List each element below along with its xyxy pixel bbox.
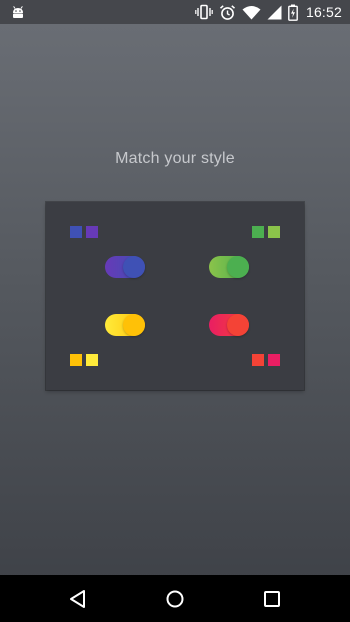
color-swatch — [252, 354, 264, 366]
style-picker-card — [46, 202, 304, 390]
color-swatch — [70, 226, 82, 238]
toggle-knob — [123, 314, 145, 336]
status-icons: 16:52 — [195, 0, 342, 24]
color-swatch — [70, 354, 82, 366]
back-button[interactable] — [48, 575, 108, 622]
screen: 16:52 Match your style — [0, 0, 350, 622]
vibrate-icon — [195, 4, 213, 20]
recents-button[interactable] — [242, 575, 302, 622]
color-swatch — [252, 226, 264, 238]
color-swatch — [268, 354, 280, 366]
style-toggle[interactable] — [209, 256, 249, 278]
status-clock: 16:52 — [305, 4, 342, 20]
style-toggle[interactable] — [209, 314, 249, 336]
color-swatch — [86, 354, 98, 366]
color-swatch — [268, 226, 280, 238]
toggle-knob — [227, 314, 249, 336]
back-icon — [70, 589, 85, 608]
home-button[interactable] — [145, 575, 205, 622]
toggle-knob — [123, 256, 145, 278]
color-swatch — [86, 226, 98, 238]
alarm-icon — [219, 4, 235, 20]
navigation-bar — [0, 575, 350, 622]
page-title: Match your style — [115, 150, 235, 167]
style-toggle[interactable] — [105, 256, 145, 278]
battery-icon — [288, 4, 298, 21]
android-debug-icon — [10, 4, 26, 20]
status-bar: 16:52 — [0, 0, 350, 24]
toggle-knob — [227, 256, 249, 278]
style-toggle[interactable] — [105, 314, 145, 336]
wifi-icon — [242, 5, 261, 19]
home-icon — [166, 590, 184, 607]
recents-icon — [264, 590, 280, 607]
signal-icon — [267, 5, 282, 19]
